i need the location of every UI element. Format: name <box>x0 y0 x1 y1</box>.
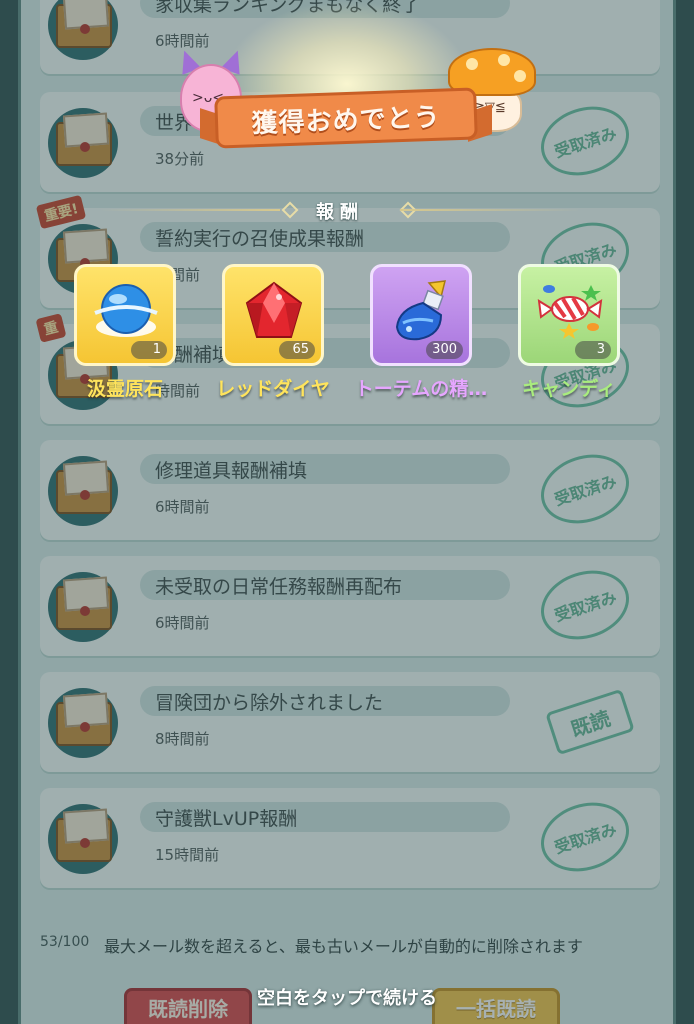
reward-item[interactable]: 1 <box>74 264 176 366</box>
reward-qty: 65 <box>279 341 315 359</box>
reward-divider: 報酬 <box>100 198 580 223</box>
tap-to-continue-hint: 空白をタップで続ける <box>257 988 437 1009</box>
reward-name: 汲霊原石 <box>86 378 163 400</box>
candy-icon <box>535 279 605 345</box>
reward-qty: 1 <box>131 341 167 359</box>
reward-name: トーテムの精… <box>354 378 488 400</box>
red-diamond-icon <box>239 279 309 345</box>
reward-item[interactable]: 300 <box>370 264 472 366</box>
reward-name: レッドダイヤ <box>216 378 330 400</box>
reward-overlay[interactable] <box>0 0 694 1024</box>
reward-qty: 3 <box>575 341 611 359</box>
spirit-stone-icon <box>91 279 161 345</box>
reward-qty: 300 <box>426 341 463 359</box>
reward-section-label: 報酬 <box>316 202 364 223</box>
totem-potion-icon <box>387 279 457 345</box>
reward-item[interactable]: 3 <box>518 264 620 366</box>
congrats-title: 獲得おめでとう <box>251 102 442 139</box>
congrats-banner: 獲得おめでとう <box>214 87 478 149</box>
reward-name: キャンディ <box>522 378 616 400</box>
reward-item[interactable]: 65 <box>222 264 324 366</box>
